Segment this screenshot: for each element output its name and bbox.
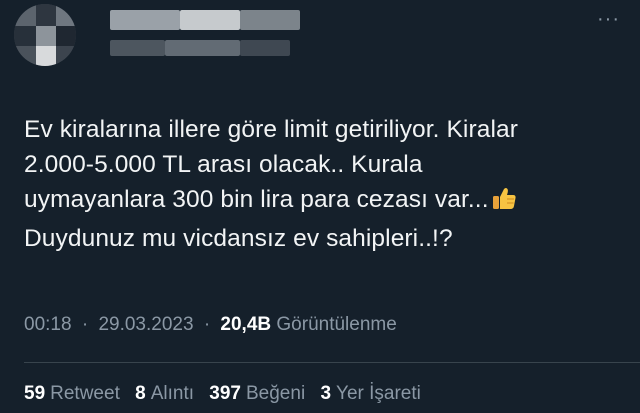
tweet-text-line: 2.000-5.000 TL arası olacak.. Kurala [24, 151, 423, 178]
retweets-label: Retweet [50, 383, 120, 404]
separator-dot: · [203, 314, 211, 335]
author-name-redacted[interactable] [110, 6, 320, 66]
retweets-count: 59 [24, 383, 46, 404]
author-header-redacted[interactable] [14, 0, 314, 70]
separator-dot: · [81, 314, 89, 335]
quotes-count: 8 [135, 383, 146, 404]
tweet-card: ··· Ev kiralarına illere göre limit geti… [0, 0, 640, 413]
tweet-time[interactable]: 00:18 [24, 314, 72, 335]
quotes-label: Alıntı [150, 383, 195, 404]
tweet-metadata: 00:18 · 29.03.2023 · 20,4B Görüntülenme [24, 314, 397, 336]
tweet-text-line: Duydunuz mu vicdansız ev sahipleri..!? [24, 225, 453, 252]
retweets-stat[interactable]: 59 Retweet [24, 383, 120, 405]
tweet-date[interactable]: 29.03.2023 [98, 314, 193, 335]
divider [24, 362, 640, 363]
likes-label: Beğeni [246, 383, 306, 404]
tweet-text-line: uymayanlara 300 bin lira para cezası var… [24, 186, 489, 213]
tweet-body: Ev kiralarına illere göre limit getirili… [24, 112, 624, 256]
likes-stat[interactable]: 397 Beğeni [209, 383, 305, 405]
bookmarks-label: Yer İşareti [336, 383, 421, 404]
avatar[interactable] [14, 4, 76, 66]
views-label: Görüntülenme [276, 314, 397, 335]
more-options-icon[interactable]: ··· [597, 8, 620, 31]
engagement-stats: 59 Retweet 8 Alıntı 397 Beğeni 3 Yer İşareti [24, 383, 431, 405]
quotes-stat[interactable]: 8 Alıntı [135, 383, 194, 405]
bookmarks-count: 3 [320, 383, 332, 404]
tweet-text-line: Ev kiralarına illere göre limit getirili… [24, 116, 518, 143]
thumbs-up-icon [491, 185, 517, 221]
likes-count: 397 [209, 383, 241, 404]
views-count: 20,4B [220, 314, 272, 335]
tweet-text-line-with-emoji: uymayanlara 300 bin lira para cezası var… [24, 182, 624, 221]
bookmarks-stat[interactable]: 3 Yer İşareti [320, 383, 420, 405]
